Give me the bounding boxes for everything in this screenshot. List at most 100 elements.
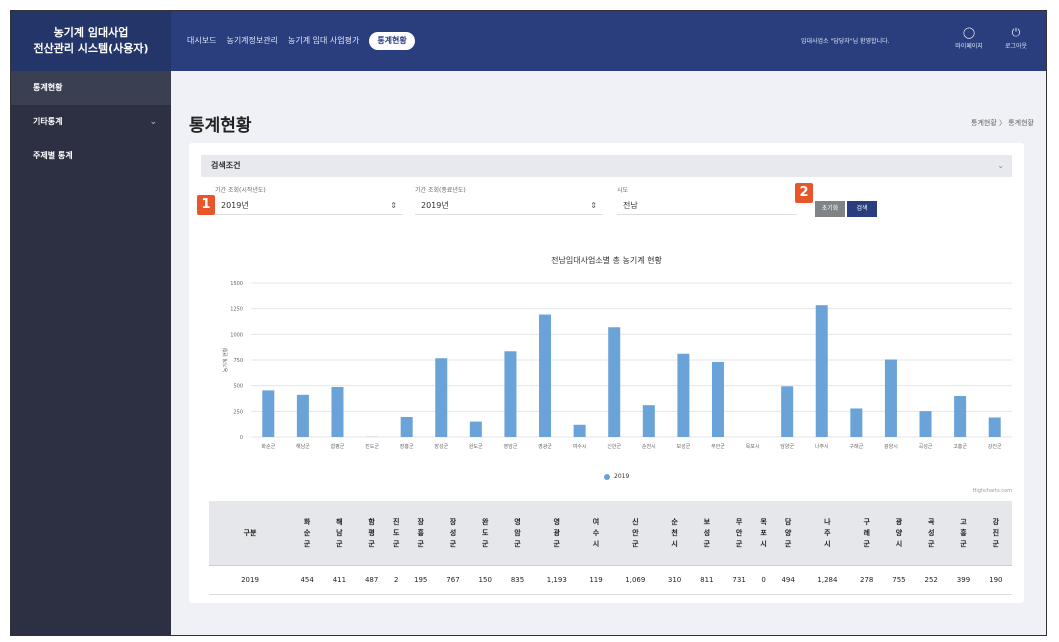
y-axis-label: 농기계 현황 xyxy=(222,347,229,372)
brand-line1: 농기계 임대사업 xyxy=(53,26,129,39)
table-cell: 399 xyxy=(947,565,980,595)
table-cell: 310 xyxy=(658,565,691,595)
y-tick-label: 750 xyxy=(233,358,243,364)
reset-button[interactable]: 초기화 xyxy=(815,201,845,217)
search-conditions-header[interactable]: 검색조건 ⌄ xyxy=(201,155,1012,177)
table-header-cell: 광양시 xyxy=(882,501,916,566)
table-header-cell: 보성군 xyxy=(690,501,723,566)
start-year-value: 2019년 xyxy=(221,201,249,210)
mypage-label: 마이페이지 xyxy=(955,43,983,50)
x-tick-label: 강진군 xyxy=(988,443,1002,450)
bar xyxy=(781,386,794,437)
content-card: 검색조건 ⌄ 1 기간 조회(시작년도) 2019년 ⇕ 기간 조회(종료년도)… xyxy=(189,143,1024,603)
table-cell: 150 xyxy=(469,565,502,595)
table-header-label: 해남군 xyxy=(336,517,343,548)
table-header-row: 구분 화순군 해남군 함평군 진도군 장흥군 장성군 완도군 영암군 영광군 여수시 신안군 순천시 보… xyxy=(209,501,1012,566)
end-year-value: 2019년 xyxy=(421,201,449,210)
table-header-cell: 함평군 xyxy=(355,501,388,566)
bar xyxy=(919,411,932,437)
bar xyxy=(850,408,863,437)
table-cell: 835 xyxy=(501,565,534,595)
bar xyxy=(815,305,828,437)
sidebar-item-other-stats[interactable]: 기타통계 ⌄ xyxy=(11,105,171,139)
nav-item-machine-info[interactable]: 농기계정보관리 xyxy=(226,32,278,50)
chart-legend[interactable]: 2019 xyxy=(604,473,629,480)
table-header-cell: 고흥군 xyxy=(947,501,980,566)
mypage-button[interactable]: ◯ 마이페이지 xyxy=(949,27,989,51)
main-content: 통계현황 통계현황 〉 통계현황 검색조건 ⌄ 1 기간 조회(시작년도) 20… xyxy=(171,71,1046,635)
table-cell: 0 xyxy=(755,565,773,595)
chart-credit[interactable]: Highcharts.com xyxy=(973,488,1012,494)
x-tick-label: 구례군 xyxy=(849,443,863,450)
bar xyxy=(988,417,1001,437)
table-cell: 278 xyxy=(850,565,883,595)
y-tick-label: 0 xyxy=(240,435,243,441)
bar xyxy=(469,421,482,437)
x-tick-label: 진도군 xyxy=(365,443,379,450)
table-corner-header: 구분 xyxy=(209,501,291,566)
table-header-label: 나주시 xyxy=(824,517,831,548)
top-navbar: 농기계 임대사업 전산관리 시스템(사용자) 대시보드 농기계정보관리 농기계 … xyxy=(11,11,1046,71)
y-tick-label: 250 xyxy=(233,409,243,415)
x-tick-label: 목포시 xyxy=(746,444,760,450)
breadcrumb: 통계현황 〉 통계현황 xyxy=(971,119,1034,127)
table-header-cell: 구례군 xyxy=(850,501,883,566)
table-cell: 731 xyxy=(722,565,756,595)
table-header-label: 목포시 xyxy=(760,517,767,548)
table-header-cell: 해남군 xyxy=(323,501,356,566)
table-cell: 190 xyxy=(979,565,1012,595)
bar xyxy=(539,314,552,437)
row-label: 2019 xyxy=(209,565,291,595)
table-header-label: 고흥군 xyxy=(960,517,967,548)
welcome-message: 임대사업소 "담당자"님 환영합니다. xyxy=(801,38,890,45)
table-header-cell: 목포시 xyxy=(755,501,773,566)
nav-item-statistics[interactable]: 통계현황 xyxy=(369,32,415,50)
x-tick-label: 순천시 xyxy=(642,443,656,450)
chart-title: 전남임대사업소별 총 농기계 현황 xyxy=(551,256,662,265)
table-header-label: 무안군 xyxy=(735,517,743,548)
x-tick-label: 곡성군 xyxy=(919,443,933,450)
table-header-label: 광양시 xyxy=(895,517,903,548)
table-header-cell: 나주시 xyxy=(804,501,851,566)
table-header-label: 곡성군 xyxy=(927,517,935,548)
table-cell: 252 xyxy=(915,565,948,595)
bar xyxy=(331,387,344,437)
table-header-cell: 담양군 xyxy=(772,501,805,566)
table-header-label: 보성군 xyxy=(703,517,711,548)
sido-label: 시도 xyxy=(617,187,629,194)
table-header-label: 완도군 xyxy=(482,517,489,548)
x-tick-label: 나주시 xyxy=(815,443,829,450)
table-header-label: 함평군 xyxy=(368,517,375,548)
start-year-select[interactable]: 2019년 ⇕ xyxy=(215,197,403,215)
y-tick-label: 500 xyxy=(233,384,243,390)
end-year-select[interactable]: 2019년 ⇕ xyxy=(415,197,603,215)
table-header-label: 신안군 xyxy=(632,517,639,548)
chevron-down-icon: ⌄ xyxy=(997,161,1004,170)
sidebar-item-statistics[interactable]: 통계현황 xyxy=(11,71,171,105)
table-header-label: 화순군 xyxy=(303,517,311,548)
sido-value: 전남 xyxy=(623,201,638,210)
table-cell: 767 xyxy=(436,565,470,595)
table-cell: 411 xyxy=(323,565,356,595)
table-header-label: 영광군 xyxy=(553,517,560,548)
nav-item-dashboard[interactable]: 대시보드 xyxy=(187,32,216,50)
stats-table: 구분 화순군 해남군 함평군 진도군 장흥군 장성군 완도군 영암군 영광군 여수시 신안군 순천시 보… xyxy=(209,501,1012,595)
start-year-label: 기간 조회(시작년도) xyxy=(215,187,266,194)
x-tick-label: 여수시 xyxy=(573,443,587,450)
logout-button[interactable]: ⏻ 로그아웃 xyxy=(996,27,1036,51)
x-tick-label: 해남군 xyxy=(296,443,310,450)
sido-select[interactable]: 전남 xyxy=(617,197,797,215)
sidebar-item-topic-stats[interactable]: 주제별 통계 xyxy=(11,139,171,173)
x-tick-label: 화순군 xyxy=(261,443,275,450)
x-tick-label: 광양시 xyxy=(884,443,898,450)
page-title: 통계현황 xyxy=(189,116,252,136)
step-badge-1: 1 xyxy=(197,195,215,215)
table-header-cell: 무안군 xyxy=(722,501,756,566)
nav-item-rental-eval[interactable]: 농기계 임대 사업평가 xyxy=(288,32,359,50)
search-button[interactable]: 검색 xyxy=(847,201,877,217)
bar xyxy=(954,396,967,437)
brand-logo[interactable]: 농기계 임대사업 전산관리 시스템(사용자) xyxy=(11,11,171,71)
sidebar-item-label: 주제별 통계 xyxy=(33,151,73,160)
bar xyxy=(677,353,690,437)
sidebar: 통계현황 기타통계 ⌄ 주제별 통계 xyxy=(11,71,171,635)
